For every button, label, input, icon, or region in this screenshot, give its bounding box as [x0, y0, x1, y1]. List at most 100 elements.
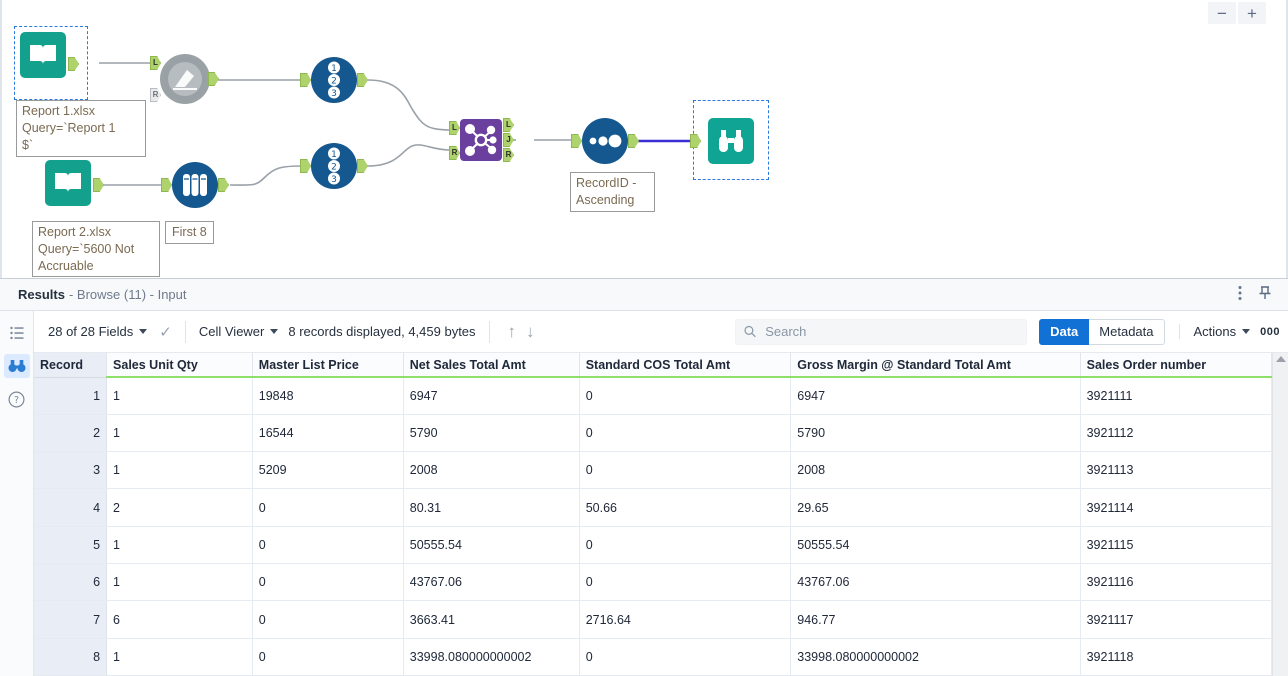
scrollbar-up-arrow-icon[interactable] — [1275, 356, 1286, 362]
help-icon[interactable]: ? — [4, 387, 30, 411]
table-cell[interactable]: 0 — [252, 563, 404, 602]
record-number-cell[interactable]: 5 — [34, 526, 108, 565]
table-cell[interactable]: 5209 — [252, 451, 404, 490]
table-cell[interactable]: 0 — [579, 638, 792, 676]
input-data-tool-2[interactable] — [45, 160, 104, 206]
record-number-cell[interactable]: 6 — [34, 563, 108, 602]
record-number-cell[interactable]: 7 — [34, 600, 108, 639]
table-cell[interactable]: 50555.54 — [403, 526, 580, 565]
table-cell[interactable]: 1 — [106, 414, 253, 453]
table-row[interactable]: 7 6 0 3663.41 2716.64 946.77 3921117 — [34, 600, 1273, 639]
table-cell[interactable]: 43767.06 — [790, 563, 1081, 602]
output-port[interactable] — [93, 178, 104, 192]
table-cell[interactable]: 1 — [106, 451, 253, 490]
output-port[interactable] — [208, 72, 219, 86]
search-box[interactable] — [735, 318, 1028, 345]
record-number-cell[interactable]: 2 — [34, 414, 108, 453]
table-cell[interactable]: 33998.080000000002 — [403, 638, 580, 676]
overflow-menu-button[interactable]: 000 — [1260, 326, 1280, 338]
output-port-left[interactable] — [503, 118, 514, 132]
table-cell[interactable]: 6 — [106, 600, 253, 639]
table-cell[interactable]: 3921115 — [1080, 526, 1273, 565]
table-row[interactable]: 1 1 19848 6947 0 6947 3921111 — [34, 377, 1273, 415]
table-cell[interactable]: 6947 — [790, 377, 1081, 415]
scroll-down-arrow-icon[interactable]: ↓ — [521, 322, 540, 342]
record-id-tool-2[interactable]: 1 2 3 — [300, 143, 368, 189]
table-row[interactable]: 4 2 0 80.31 50.66 29.65 3921114 — [34, 488, 1273, 527]
record-number-cell[interactable]: 8 — [34, 638, 108, 676]
sample-tool[interactable] — [161, 162, 229, 208]
table-cell[interactable]: 0 — [579, 526, 792, 565]
zoom-out-button[interactable]: − — [1208, 2, 1236, 24]
table-cell[interactable]: 0 — [252, 526, 404, 565]
output-port-join[interactable] — [503, 133, 514, 147]
output-port[interactable] — [628, 134, 639, 148]
table-row[interactable]: 3 1 5209 2008 0 2008 3921113 — [34, 451, 1273, 490]
table-cell[interactable]: 19848 — [252, 377, 404, 415]
search-input[interactable] — [763, 323, 1019, 340]
column-header[interactable]: Record — [34, 353, 108, 378]
table-cell[interactable]: 5790 — [790, 414, 1081, 453]
column-header[interactable]: Net Sales Total Amt — [403, 353, 580, 378]
input-port[interactable] — [300, 73, 311, 87]
record-number-cell[interactable]: 4 — [34, 488, 108, 527]
input-port[interactable] — [161, 178, 172, 192]
cell-viewer-selector[interactable]: Cell Viewer — [199, 324, 279, 339]
browse-results-icon[interactable] — [3, 354, 30, 378]
table-cell[interactable]: 2716.64 — [579, 600, 792, 639]
scroll-up-arrow-icon[interactable]: ↑ — [503, 322, 522, 342]
input-port-right[interactable] — [150, 88, 161, 102]
table-cell[interactable]: 3921113 — [1080, 451, 1273, 490]
data-tab[interactable]: Data — [1039, 318, 1090, 345]
record-number-cell[interactable]: 3 — [34, 451, 108, 490]
record-id-tool-1[interactable]: 1 2 3 — [300, 57, 368, 103]
column-header[interactable]: Sales Order number — [1080, 353, 1273, 378]
sort-tool[interactable] — [571, 118, 639, 164]
fields-selector[interactable]: 28 of 28 Fields — [48, 324, 148, 339]
input-data-tool-1[interactable] — [14, 26, 88, 100]
table-cell[interactable]: 1 — [106, 563, 253, 602]
table-row[interactable]: 5 1 0 50555.54 0 50555.54 3921115 — [34, 526, 1273, 565]
table-cell[interactable]: 5790 — [403, 414, 580, 453]
input-port[interactable] — [571, 134, 582, 148]
table-cell[interactable]: 6947 — [403, 377, 580, 415]
table-row[interactable]: 6 1 0 43767.06 0 43767.06 3921116 — [34, 563, 1273, 602]
table-cell[interactable]: 3921117 — [1080, 600, 1273, 639]
input-port-right[interactable] — [449, 146, 460, 160]
table-cell[interactable]: 2008 — [790, 451, 1081, 490]
input-port[interactable] — [300, 159, 311, 173]
field-list-icon[interactable] — [4, 321, 30, 345]
output-port-right[interactable] — [503, 148, 514, 162]
table-cell[interactable]: 0 — [579, 563, 792, 602]
table-cell[interactable]: 1 — [106, 638, 253, 676]
table-cell[interactable]: 3921111 — [1080, 377, 1273, 415]
table-cell[interactable]: 1 — [106, 377, 253, 415]
pin-icon[interactable] — [1258, 285, 1272, 304]
output-port[interactable] — [357, 159, 368, 173]
more-options-icon[interactable] — [1238, 285, 1242, 304]
table-cell[interactable]: 33998.080000000002 — [790, 638, 1081, 676]
output-port[interactable] — [357, 73, 368, 87]
actions-menu[interactable]: Actions — [1194, 324, 1251, 339]
table-cell[interactable]: 0 — [252, 488, 404, 527]
zoom-in-button[interactable]: + — [1238, 2, 1266, 24]
apply-fields-check-icon[interactable]: ✓ — [159, 323, 172, 341]
column-header[interactable]: Sales Unit Qty — [106, 353, 253, 378]
table-cell[interactable]: 0 — [579, 377, 792, 415]
table-cell[interactable]: 80.31 — [403, 488, 580, 527]
join-tool-disabled[interactable]: L R — [150, 54, 219, 104]
table-cell[interactable]: 3921116 — [1080, 563, 1273, 602]
table-cell[interactable]: 0 — [579, 414, 792, 453]
table-cell[interactable]: 946.77 — [790, 600, 1081, 639]
input-port-left[interactable] — [150, 56, 161, 70]
column-header[interactable]: Gross Margin @ Standard Total Amt — [790, 353, 1081, 378]
table-row[interactable]: 8 1 0 33998.080000000002 0 33998.080000000002… — [34, 638, 1273, 676]
table-cell[interactable]: 0 — [252, 600, 404, 639]
input-port-left[interactable] — [449, 121, 460, 135]
record-number-cell[interactable]: 1 — [34, 377, 108, 415]
table-row[interactable]: 2 1 16544 5790 0 5790 3921112 — [34, 414, 1273, 453]
table-cell[interactable]: 2 — [106, 488, 253, 527]
table-cell[interactable]: 16544 — [252, 414, 404, 453]
metadata-tab[interactable]: Metadata — [1089, 318, 1165, 345]
table-cell[interactable]: 29.65 — [790, 488, 1081, 527]
